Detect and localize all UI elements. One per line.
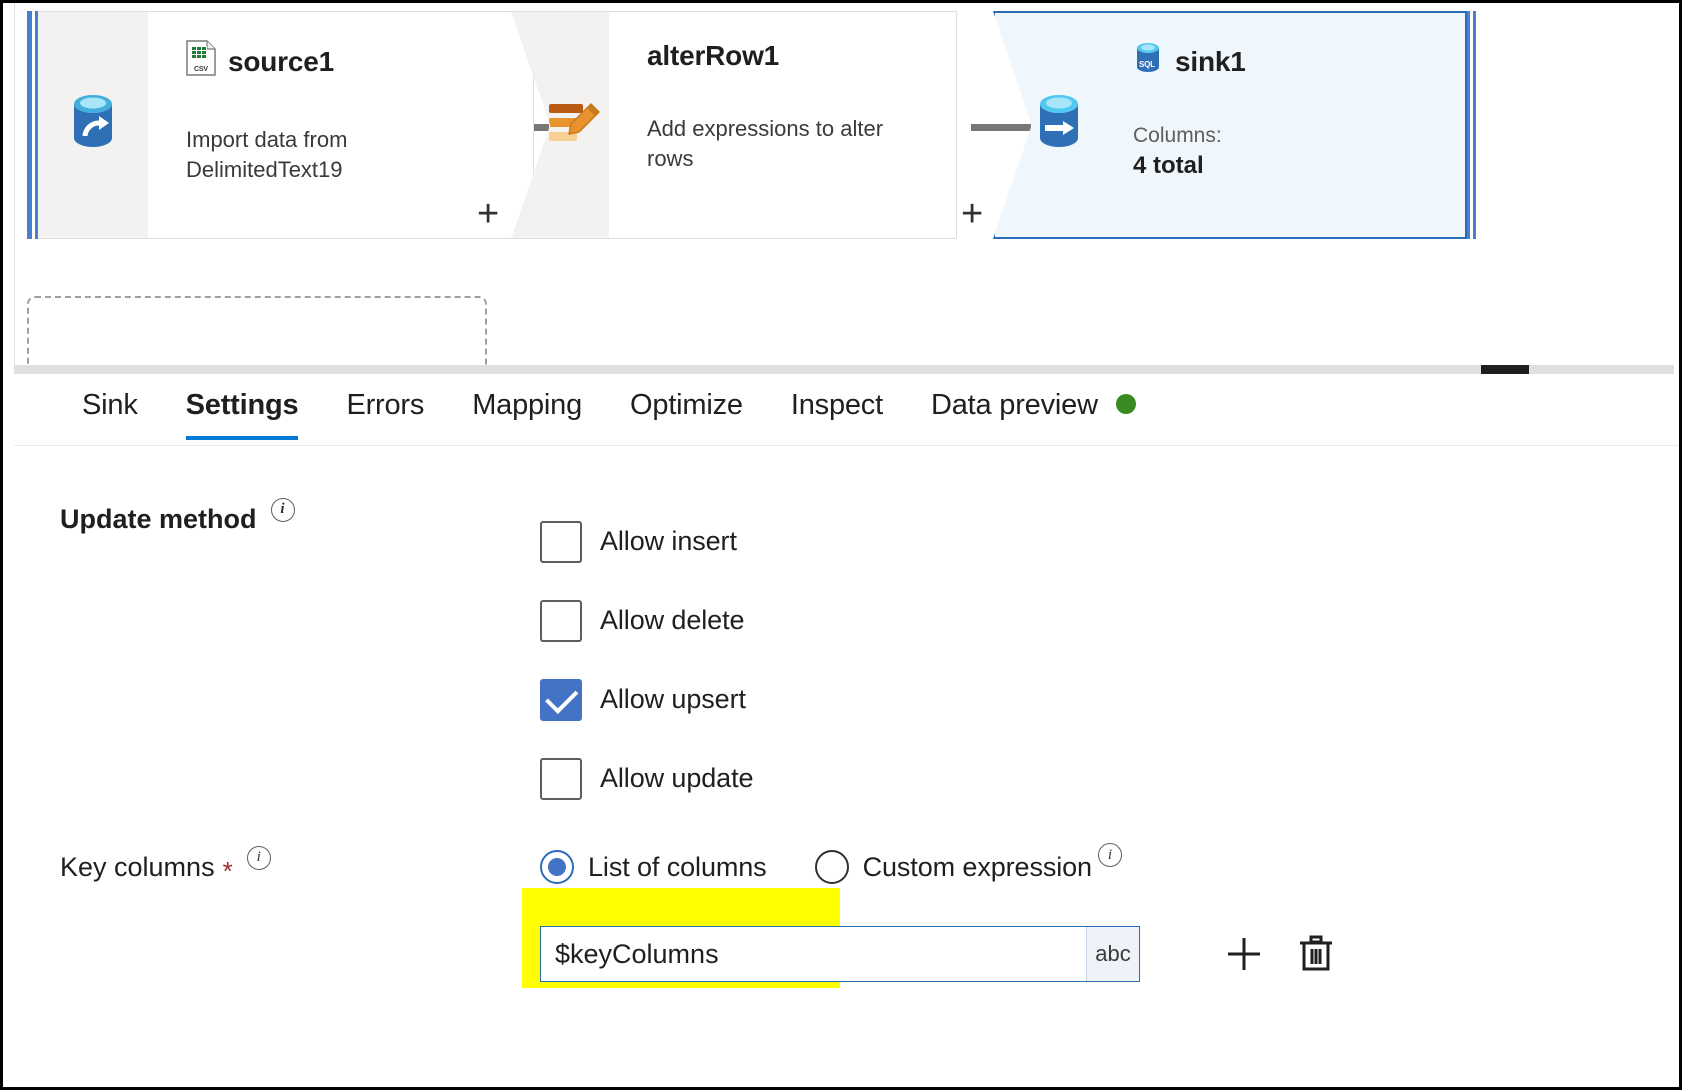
azure-data-factory-dataflow-screen: CSV source1 Import data from DelimitedTe… [0, 0, 1682, 1090]
node-stream-icon-column [993, 11, 1095, 239]
dataflow-node-sink1[interactable]: SQL sink1 Columns: 4 total [993, 11, 1476, 239]
node-title-text: sink1 [1175, 45, 1246, 77]
custom-expression-info-icon[interactable]: i [1097, 843, 1122, 867]
tab-label: Inspect [790, 389, 883, 421]
svg-text:SQL: SQL [1139, 60, 1155, 69]
sink-database-icon [1031, 92, 1087, 159]
panel-splitter-handle[interactable] [1481, 365, 1529, 374]
node-title-row: CSV source1 [186, 40, 507, 83]
dataflow-canvas[interactable]: CSV source1 Import data from DelimitedTe… [3, 3, 1679, 371]
tab-mapping[interactable]: Mapping [448, 379, 606, 440]
required-asterisk: * [222, 855, 233, 886]
custom-expression-label: Custom expression [862, 851, 1093, 882]
allow-upsert-label: Allow upsert [600, 684, 746, 714]
node-columns-value: 4 total [1133, 152, 1204, 179]
svg-text:CSV: CSV [194, 66, 208, 73]
radio-option-list-of-columns[interactable]: List of columns [540, 850, 767, 884]
tab-settings[interactable]: Settings [162, 379, 323, 440]
node-title-row: SQL sink1 [1133, 41, 1439, 82]
tab-sink[interactable]: Sink [58, 379, 162, 440]
node-title-text: alterRow1 [647, 40, 780, 71]
dataflow-node-source1[interactable]: CSV source1 Import data from DelimitedTe… [27, 11, 534, 239]
node-description: Add expressions to alter rows [647, 116, 884, 171]
tab-label: Settings [185, 389, 299, 421]
key-columns-label-group: Key columns * i [60, 845, 540, 886]
data-preview-status-dot [1115, 394, 1136, 415]
alter-row-edit-icon [547, 98, 603, 153]
list-of-columns-radio[interactable] [540, 850, 574, 884]
tab-data-preview[interactable]: Data preview [907, 379, 1160, 440]
transformation-settings-panel: Sink Settings Errors Mapping Optimize In… [14, 374, 1679, 1087]
key-columns-input[interactable] [541, 927, 1086, 981]
update-method-row: Update method i Allow insert Allow delet… [60, 497, 1679, 818]
node-columns-label: Columns: [1133, 124, 1222, 147]
tab-label: Errors [346, 389, 425, 421]
option-allow-insert[interactable]: Allow insert [540, 502, 1679, 581]
key-columns-field-wrapper[interactable]: abc [540, 926, 1140, 982]
node-accent-stripe-secondary [1473, 11, 1476, 239]
tab-label: Optimize [630, 389, 743, 421]
add-transformation-after-alterrow[interactable]: + [961, 195, 983, 233]
key-columns-control: List of columns Custom expression i abc [522, 843, 1679, 988]
allow-update-label: Allow update [600, 763, 754, 793]
allow-upsert-checkbox[interactable] [540, 678, 582, 721]
option-allow-delete[interactable]: Allow delete [540, 581, 1679, 660]
update-method-label-group: Update method i [60, 497, 540, 535]
settings-tab-bar: Sink Settings Errors Mapping Optimize In… [14, 374, 1679, 446]
key-columns-row: Key columns * i List of columns Custom e… [60, 843, 1679, 988]
dataflow-node-alterrow1[interactable]: alterRow1 Add expressions to alter rows [511, 11, 957, 239]
key-columns-label: Key columns [60, 852, 215, 882]
dataflow-drop-placeholder[interactable] [27, 296, 487, 371]
key-columns-mode-radio-group: List of columns Custom expression i [540, 843, 1679, 884]
panel-splitter[interactable] [14, 365, 1674, 374]
node-description: Import data from DelimitedText19 [186, 127, 348, 182]
option-allow-upsert[interactable]: Allow upsert [540, 660, 1679, 739]
list-of-columns-label: List of columns [588, 851, 767, 882]
radio-option-custom-expression[interactable]: Custom expression i [814, 843, 1122, 884]
csv-file-icon: CSV [186, 40, 216, 83]
tab-inspect[interactable]: Inspect [767, 379, 907, 440]
custom-expression-radio[interactable] [814, 850, 849, 884]
add-key-column-button[interactable] [1216, 926, 1272, 982]
option-allow-update[interactable]: Allow update [540, 739, 1679, 818]
tab-errors[interactable]: Errors [322, 379, 448, 440]
tab-label: Data preview [930, 389, 1098, 421]
tab-label: Sink [82, 389, 138, 421]
add-transformation-after-source[interactable]: + [477, 195, 499, 233]
allow-delete-checkbox[interactable] [540, 599, 582, 642]
allow-delete-label: Allow delete [600, 605, 745, 635]
allow-insert-checkbox[interactable] [540, 520, 582, 563]
key-columns-field-row: abc [522, 888, 1679, 988]
key-columns-type-badge[interactable]: abc [1086, 927, 1139, 981]
canvas-left-rule [14, 3, 15, 371]
node-stream-icon-column [511, 11, 609, 239]
allow-update-checkbox[interactable] [540, 757, 582, 800]
node-stream-icon-column [38, 11, 148, 239]
node-accent-stripe [27, 11, 32, 239]
update-method-info-icon[interactable]: i [270, 497, 295, 522]
tab-label: Mapping [472, 389, 583, 421]
allow-insert-label: Allow insert [600, 526, 737, 556]
node-title-text: source1 [228, 45, 334, 77]
tab-optimize[interactable]: Optimize [606, 379, 767, 440]
update-method-label: Update method [60, 504, 257, 534]
node-body[interactable]: alterRow1 Add expressions to alter rows [609, 11, 957, 239]
sql-database-icon: SQL [1133, 41, 1163, 82]
node-body[interactable]: SQL sink1 Columns: 4 total [1095, 11, 1467, 239]
key-columns-info-icon[interactable]: i [246, 845, 271, 870]
delete-key-column-button[interactable] [1288, 926, 1344, 982]
source-database-icon [65, 92, 121, 159]
settings-form: Update method i Allow insert Allow delet… [14, 446, 1679, 988]
update-method-options: Allow insert Allow delete Allow upsert A… [540, 502, 1679, 818]
node-title-row: alterRow1 [647, 40, 930, 72]
